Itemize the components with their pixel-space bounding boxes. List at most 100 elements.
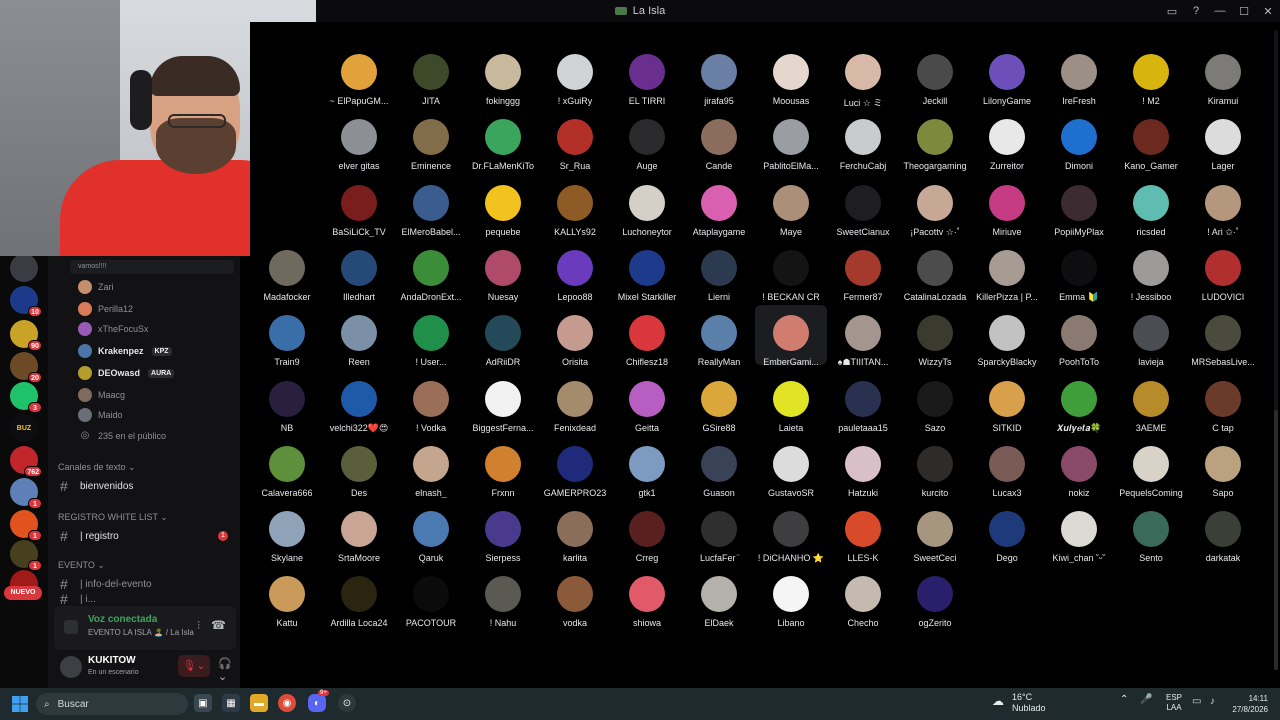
voice-user[interactable]: Maacg [78, 388, 125, 402]
server-icon[interactable]: 20 [10, 352, 42, 383]
stage-participant[interactable]: Mixel Starkiller [611, 240, 683, 302]
channel-bienvenidos[interactable]: # bienvenidos [60, 476, 236, 496]
stage-participant[interactable]: Reen [323, 305, 395, 367]
stage-participant[interactable]: GSire88 [683, 371, 755, 433]
stage-participant[interactable]: Auge [611, 109, 683, 171]
stage-participant[interactable]: ! xGuiRy [539, 44, 611, 106]
stage-participant[interactable]: PoohToTo [1043, 305, 1115, 367]
chevron-up-icon[interactable]: ⌃ [1120, 694, 1128, 705]
voice-user[interactable]: Zari [78, 280, 114, 294]
stage-participant[interactable]: SITKID [971, 371, 1043, 433]
stage-participant[interactable]: ElMeroBabel... [395, 175, 467, 237]
stage-participant[interactable]: LLES-K [827, 501, 899, 563]
voice-user[interactable]: Perilla12 [78, 302, 133, 316]
stage-participant[interactable]: ! Ari ✩·˚ [1187, 175, 1259, 237]
server-icon[interactable]: 1 [10, 540, 42, 571]
stage-participant[interactable]: EL TIRRI [611, 44, 683, 106]
stage-participant[interactable]: GustavoSR [755, 436, 827, 498]
stage-participant[interactable]: KALLYs92 [539, 175, 611, 237]
channel-info-del-evento[interactable]: # | info-del-evento [60, 574, 236, 594]
stage-participant[interactable]: lavieja [1115, 305, 1187, 367]
category-text-channels[interactable]: Canales de texto ⌄ [58, 462, 136, 473]
stage-participant[interactable]: IreFresh [1043, 44, 1115, 106]
stage-participant[interactable]: 3AEME [1115, 371, 1187, 433]
weather-widget[interactable]: ☁ 16°C Nublado [992, 692, 1046, 714]
stage-participant[interactable]: elver gitas [323, 109, 395, 171]
stage-participant[interactable]: pauletaaa15 [827, 371, 899, 433]
stage-participant[interactable]: Lepoo88 [539, 240, 611, 302]
stage-participant[interactable]: Ardilla Loca24 [323, 566, 395, 628]
chrome-icon[interactable]: ◉ [278, 694, 296, 712]
stage-participant[interactable]: Illedhart [323, 240, 395, 302]
stage-participant[interactable]: Madafocker [251, 240, 323, 302]
server-icon[interactable] [10, 254, 38, 282]
stage-participant[interactable]: ! User... [395, 305, 467, 367]
stage-participant[interactable]: ! M2 [1115, 44, 1187, 106]
category-event[interactable]: EVENTO ⌄ [58, 560, 105, 571]
stage-participant[interactable]: SparckyBlacky [971, 305, 1043, 367]
help-icon[interactable]: ? [1184, 5, 1208, 17]
stage-participant[interactable]: Lucax3 [971, 436, 1043, 498]
stage-participant[interactable]: Train9 [251, 305, 323, 367]
stage-participant[interactable]: Emma 🔰 [1043, 240, 1115, 302]
stage-participant[interactable]: Luchoneytor [611, 175, 683, 237]
stage-participant[interactable]: Geitta [611, 371, 683, 433]
stage-participant[interactable]: ~ ElPapuGM... [323, 44, 395, 106]
stage-participant[interactable]: SweetCeci [899, 501, 971, 563]
stage-participant[interactable]: PACOTOUR [395, 566, 467, 628]
stage-participant[interactable]: Sento [1115, 501, 1187, 563]
task-view-icon[interactable]: ▣ [194, 694, 212, 712]
channel-registro[interactable]: # | registro 1 [60, 526, 236, 546]
windows-start-icon[interactable] [12, 696, 28, 712]
stage-participant[interactable]: ricsded [1115, 175, 1187, 237]
stage-participant[interactable]: Jeckill [899, 44, 971, 106]
stage-participant[interactable]: Libano [755, 566, 827, 628]
stage-participant[interactable]: Lager [1187, 109, 1259, 171]
stage-participant[interactable]: MRSebasLive... [1187, 305, 1259, 367]
stage-participant[interactable]: Fermer87 [827, 240, 899, 302]
stage-participant[interactable]: ! Vodka [395, 371, 467, 433]
stage-participant[interactable]: GAMERPRO23 [539, 436, 611, 498]
stage-participant[interactable]: ! BECKAN CR [755, 240, 827, 302]
scrollbar[interactable] [1274, 30, 1278, 670]
taskbar-search[interactable]: ⌕ Buscar [36, 693, 188, 715]
headphones-button[interactable]: 🎧⌄ [218, 657, 236, 683]
stage-participant[interactable]: Chiflesz18 [611, 305, 683, 367]
stage-participant[interactable]: Frxnn [467, 436, 539, 498]
stage-participant[interactable]: Zurreitor [971, 109, 1043, 171]
stage-participant[interactable]: PequelsComing [1115, 436, 1187, 498]
stage-participant[interactable]: Eminence [395, 109, 467, 171]
stage-participant[interactable]: BaSiLiCk_TV [323, 175, 395, 237]
stage-participant[interactable]: shiowa [611, 566, 683, 628]
stage-participant[interactable]: ! Jessiboo [1115, 240, 1187, 302]
stage-participant[interactable]: karlita [539, 501, 611, 563]
stage-participant[interactable]: Kiwi_chan ˘ᵕ˘ [1043, 501, 1115, 563]
stage-participant[interactable]: Moousas [755, 44, 827, 106]
stage-participant[interactable]: PablitoElMa... [755, 109, 827, 171]
stage-participant[interactable]: elnash_ [395, 436, 467, 498]
server-icon[interactable]: 762 [10, 446, 42, 477]
discord-icon[interactable]: ◐ [308, 694, 326, 712]
stage-participant[interactable]: SrtaMoore [323, 501, 395, 563]
stage-participant[interactable]: Sierpess [467, 501, 539, 563]
noise-suppression-icon[interactable]: ⫶ [197, 620, 200, 633]
stage-participant[interactable]: Dego [971, 501, 1043, 563]
stage-participant[interactable]: Luci ☆ ミ [827, 44, 899, 108]
stage-participant[interactable]: EmberGami... [755, 305, 827, 367]
volume-icon[interactable]: ♪ [1210, 696, 1215, 707]
stage-participant[interactable]: Qaruk [395, 501, 467, 563]
server-icon[interactable]: 90 [10, 320, 42, 351]
username[interactable]: KUKITOW [88, 655, 136, 666]
voice-user[interactable]: Krakenpez KPZ [78, 344, 172, 358]
file-explorer-icon[interactable]: ▬ [250, 694, 268, 712]
voice-user[interactable]: DEOwasd AURA [78, 366, 175, 380]
stage-participant[interactable]: WizzyTs [899, 305, 971, 367]
server-icon[interactable]: 1 [10, 510, 42, 541]
stage-participant[interactable]: LilonyGame [971, 44, 1043, 106]
stage-participant[interactable]: ogZerito [899, 566, 971, 628]
server-icon[interactable]: BUZ [10, 414, 38, 442]
stage-participant[interactable]: velchi322❤️😍 [323, 371, 395, 433]
stage-participant[interactable]: vodka [539, 566, 611, 628]
stage-participant[interactable]: gtk1 [611, 436, 683, 498]
stage-participant[interactable]: fokinggg [467, 44, 539, 106]
